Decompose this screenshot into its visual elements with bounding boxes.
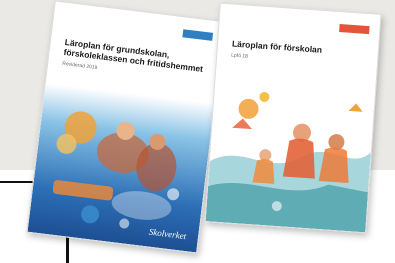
- book-subtitle: Reviderad 2019: [61, 60, 98, 72]
- book-cover-grundskolan: Läroplan för grundskolan, förskoleklasse…: [26, 0, 226, 254]
- cover-tag: [339, 24, 370, 35]
- cover-tag: [182, 29, 214, 41]
- book-title: Läroplan för förskolan: [231, 38, 323, 55]
- book-cover-forskolan: Läroplan för förskolan Lpfö 18: [204, 2, 382, 234]
- book-subtitle: Lpfö 18: [230, 52, 249, 60]
- book-covers-image: Läroplan för grundskolan, förskoleklasse…: [0, 0, 395, 263]
- cover-illustration: [205, 71, 376, 233]
- cover-illustration: [27, 82, 215, 253]
